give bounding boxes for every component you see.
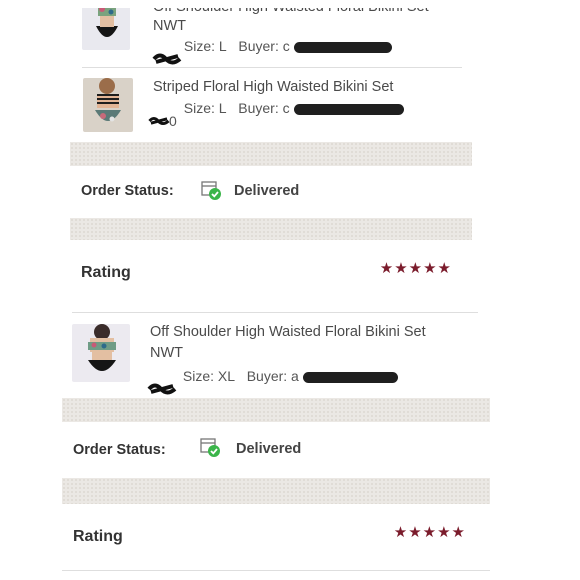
order-meta: Size: XL Buyer: a [147,368,398,395]
order-status-label: Order Status: [73,442,166,458]
list-item[interactable]: Off Shoulder High Waisted Floral Bikini … [62,312,490,402]
rating-row: Rating ★★★★★ [70,240,472,286]
cut-off-price-row: — [74,290,86,294]
buyer-label: Buyer: c [238,100,290,116]
product-thumbnail[interactable] [72,324,130,382]
buyer-redaction [302,371,398,383]
buyer-label: Buyer: c [238,38,290,54]
product-title[interactable]: Off Shoulder High Waisted Floral Bikini … [150,322,426,343]
product-thumbnail[interactable] [83,78,133,132]
rating-label: Rating [81,264,131,281]
order-status-value: Delivered [236,441,302,457]
package-delivered-icon [201,181,221,200]
package-delivered-icon [200,438,220,457]
rating-label: Rating [73,528,123,545]
section-separator [70,218,472,240]
redaction-scribble-icon [152,53,182,65]
size-label: Size: L [183,100,227,116]
list-item[interactable]: Off Shoulder High Waisted Floral Bikini … [70,8,472,68]
bikini-photo-icon [72,324,130,382]
bikini-photo-icon [83,78,133,132]
order-meta: 0 Size: L Buyer: c [148,100,404,129]
buyer-redaction [293,41,392,53]
order-status-value: Delivered [234,183,300,199]
order-status-row: Order Status: Delivered [70,166,472,218]
product-title-line2: NWT [153,18,187,34]
price-fragment: 0 [169,113,177,129]
order-status-row: Order Status: Delivered [62,422,490,478]
section-separator [62,478,490,504]
redaction-scribble-icon [148,116,170,126]
buyer-label: Buyer: a [246,368,299,384]
order-meta: Size: L Buyer: c [152,38,392,65]
section-separator [62,398,490,422]
bikini-photo-icon [82,8,130,50]
section-separator [70,142,472,166]
size-label: Size: L [183,38,227,54]
rating-stars: ★★★★★ [379,260,452,277]
product-title[interactable]: Off Shoulder High Waisted Floral Bikini … [153,8,429,18]
cut-off-price-row: — [190,290,202,294]
size-label: Size: XL [182,368,236,384]
product-thumbnail[interactable] [82,8,130,50]
redaction-scribble-icon [147,383,177,395]
divider [62,570,490,571]
list-item[interactable]: Striped Floral High Waisted Bikini Set 0… [70,68,472,138]
buyer-redaction [293,103,404,115]
rating-stars: ★★★★★ [393,524,466,541]
rating-row: Rating ★★★★★ [62,504,490,580]
order-status-label: Order Status: [81,183,174,199]
cut-off-price-row: — [352,290,364,294]
product-title[interactable]: Striped Floral High Waisted Bikini Set [153,77,393,98]
product-title-line2: NWT [150,345,184,361]
order-details-bottom: — — — Off Shoulder High Waisted Floral B… [62,290,490,580]
order-details-top: Off Shoulder High Waisted Floral Bikini … [70,8,472,286]
